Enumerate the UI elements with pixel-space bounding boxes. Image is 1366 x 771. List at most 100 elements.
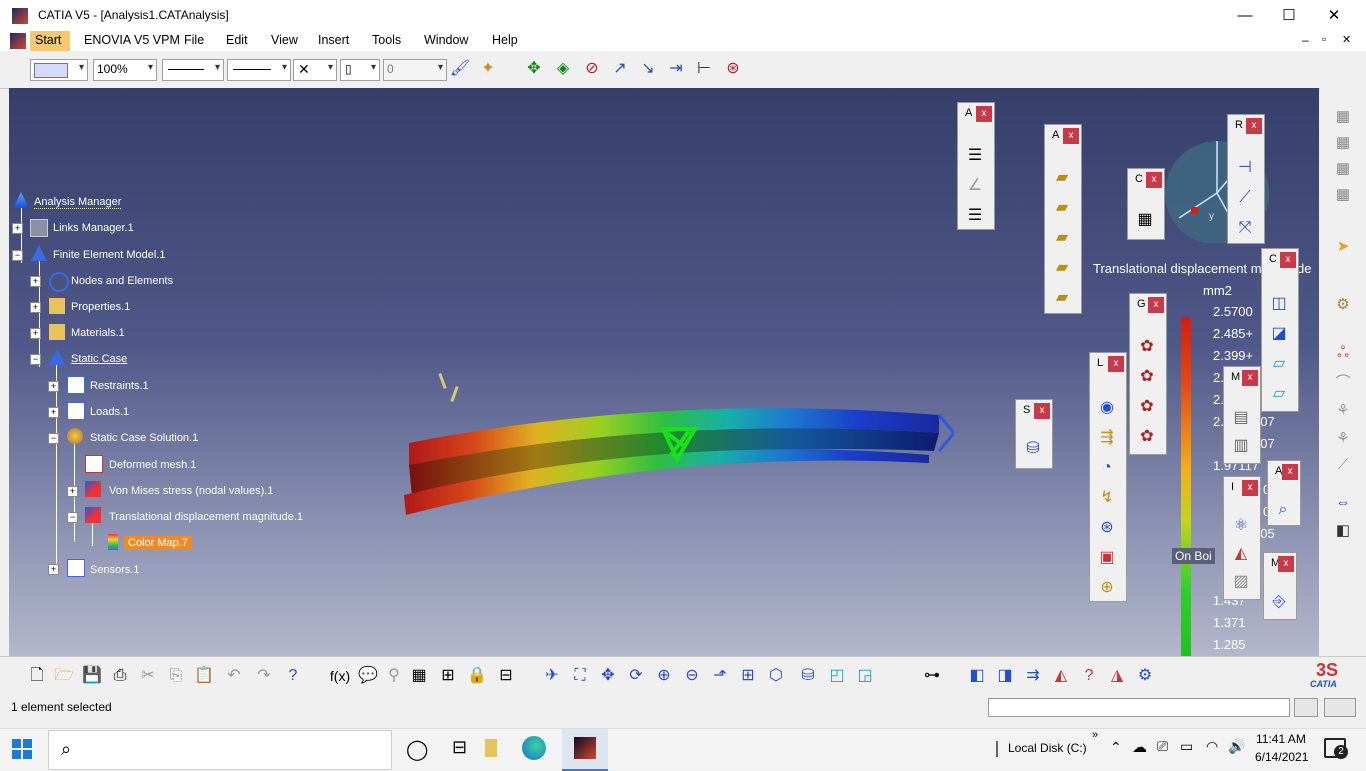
normal-view-icon[interactable]: ⬏: [709, 665, 731, 687]
toolbar-chevron[interactable]: »: [1092, 729, 1098, 741]
analysis-tool-icon[interactable]: ◮: [1106, 665, 1128, 687]
plane-icon[interactable]: ▰: [1051, 167, 1073, 189]
painter-icon[interactable]: 🖌: [449, 58, 471, 80]
volume-icon[interactable]: 🔊: [1228, 738, 1245, 755]
menu-insert[interactable]: Insert: [318, 33, 349, 47]
analysis-icon[interactable]: ⟋: [1332, 454, 1354, 476]
measure-icon[interactable]: ⊢: [693, 58, 715, 80]
expand-icon[interactable]: +: [48, 564, 59, 575]
swap-visible-icon[interactable]: ⊛: [722, 58, 744, 80]
floating-toolbar-R[interactable]: Rx ⊣ ⟋ ⤧: [1227, 114, 1265, 244]
formula-icon[interactable]: f(x): [329, 665, 351, 687]
analysis-icon[interactable]: ⚘: [1332, 428, 1354, 450]
collapse-icon[interactable]: −: [48, 433, 59, 444]
plane-icon[interactable]: ▰: [1051, 197, 1073, 219]
analysis-tool-icon[interactable]: ◧: [966, 665, 988, 687]
line-type-combo[interactable]: ▾: [227, 59, 291, 81]
tree-item-properties[interactable]: Properties.1: [71, 301, 130, 313]
load-icon[interactable]: ↯: [1096, 487, 1118, 509]
mesh-icon[interactable]: ▤: [1230, 407, 1252, 429]
compute-icon[interactable]: ⚙: [1332, 294, 1354, 316]
analysis-tool-icon[interactable]: ◭: [1050, 665, 1072, 687]
restraint-icon[interactable]: ⟋: [1234, 187, 1256, 209]
floating-toolbar-A2[interactable]: Ax ▰ ▰ ▰ ▰ ▰: [1044, 124, 1082, 314]
file-explorer-icon[interactable]: [485, 739, 497, 757]
knowledge-icon[interactable]: ⚲: [383, 665, 405, 687]
tree-icon[interactable]: ⊶: [921, 665, 943, 687]
floating-toolbar-G[interactable]: Gx ✿ ✿ ✿ ✿: [1129, 293, 1167, 455]
tree-item-sensors[interactable]: Sensors.1: [90, 564, 140, 576]
fit-all-icon[interactable]: ◈: [552, 58, 574, 80]
command-input[interactable]: [988, 698, 1290, 717]
create-point-icon[interactable]: ↗: [609, 58, 631, 80]
tree-item-translational-displacement[interactable]: Translational displacement magnitude.1: [109, 511, 303, 523]
sensor-icon[interactable]: ◧: [1332, 520, 1354, 542]
analysis-tool-icon[interactable]: ⚙: [1134, 665, 1156, 687]
floating-toolbar-I[interactable]: Ix ⚛ ◭ ▨: [1223, 476, 1261, 600]
catia-task-button[interactable]: [562, 729, 608, 771]
floating-toolbar-M2[interactable]: Mx ⎆: [1263, 552, 1297, 620]
tree-item-nodes-and-elements[interactable]: Nodes and Elements: [71, 275, 173, 287]
tree-item-restraints[interactable]: Restraints.1: [90, 380, 149, 392]
pan-icon[interactable]: ✥: [597, 665, 619, 687]
plane-icon[interactable]: ▰: [1051, 287, 1073, 309]
calculator-icon[interactable]: ▦: [1134, 209, 1156, 231]
cube-icon[interactable]: ◫: [1268, 293, 1290, 315]
menu-window[interactable]: Window: [424, 33, 468, 47]
load-icon[interactable]: ⊕: [1096, 577, 1118, 599]
surface-icon[interactable]: ▱: [1268, 353, 1290, 375]
fit-all-icon[interactable]: ⛶: [569, 665, 591, 687]
menu-file[interactable]: File: [184, 33, 204, 47]
menu-help[interactable]: Help: [492, 33, 518, 47]
close-icon[interactable]: x: [1246, 118, 1262, 134]
windows-start-icon[interactable]: [12, 739, 32, 759]
lock-icon[interactable]: 🔒: [466, 665, 488, 687]
minimize-button[interactable]: —: [1222, 0, 1268, 31]
expand-icon[interactable]: +: [30, 302, 41, 313]
tree-item-materials[interactable]: Materials.1: [71, 327, 125, 339]
tree-item-von-mises-stress[interactable]: Von Mises stress (nodal values).1: [109, 485, 273, 497]
hide-show-icon[interactable]: ⊘: [581, 58, 603, 80]
tree-item-static-case-solution[interactable]: Static Case Solution.1: [90, 432, 198, 444]
analysis-icon[interactable]: ⚘: [1332, 400, 1354, 422]
zoom-icon[interactable]: ⌕: [1272, 499, 1294, 521]
command-button[interactable]: [1324, 698, 1356, 717]
3d-viewport[interactable]: Analysis Manager + Links Manager.1 − Fin…: [9, 88, 1319, 656]
tree-item-static-case[interactable]: Static Case: [71, 353, 127, 365]
close-icon[interactable]: x: [1034, 403, 1050, 419]
table-icon[interactable]: ▦: [408, 665, 430, 687]
layer-number-combo[interactable]: 0 ▾: [383, 59, 447, 81]
close-button[interactable]: ✕: [1311, 0, 1357, 31]
analysis-tool-icon[interactable]: ?: [1078, 665, 1100, 687]
close-icon[interactable]: x: [1242, 370, 1258, 386]
print-icon[interactable]: ⎙: [109, 665, 131, 687]
floating-toolbar-C2[interactable]: Cx ◫ ◪ ▱ ▱: [1261, 248, 1299, 412]
properties-wizard-icon[interactable]: ✦: [477, 58, 499, 80]
group-icon[interactable]: ✿: [1136, 366, 1158, 388]
expand-icon[interactable]: +: [30, 276, 41, 287]
analysis-tool-icon[interactable]: ◨: [994, 665, 1016, 687]
menu-enovia[interactable]: ENOVIA V5 VPM: [84, 33, 180, 47]
floating-toolbar-S[interactable]: Sx ⛁: [1015, 399, 1053, 469]
collapse-icon[interactable]: −: [67, 512, 78, 523]
widgets-icon[interactable]: ⊟: [452, 737, 467, 758]
meet-now-icon[interactable]: ⎚: [1157, 738, 1168, 755]
command-button[interactable]: [1294, 698, 1318, 717]
scroll-icon[interactable]: ☰: [964, 205, 986, 227]
group-icon[interactable]: ✿: [1136, 396, 1158, 418]
plane-icon[interactable]: ▰: [1051, 227, 1073, 249]
local-disk-label[interactable]: Local Disk (C:): [1008, 741, 1087, 755]
surface-icon[interactable]: ▱: [1268, 383, 1290, 405]
undo-icon[interactable]: ↶: [223, 665, 245, 687]
workbench-icon[interactable]: ▦: [1332, 184, 1354, 206]
parameters-icon[interactable]: ⊟: [495, 665, 517, 687]
doc-close-button[interactable]: ✕: [1342, 33, 1351, 46]
doc-minimize-button[interactable]: –: [1302, 33, 1309, 47]
sensor-icon[interactable]: ⛁: [1022, 438, 1044, 460]
measure-icon[interactable]: ⇔: [1332, 492, 1354, 514]
expand-icon[interactable]: +: [48, 407, 59, 418]
close-icon[interactable]: x: [1282, 464, 1298, 480]
open-icon[interactable]: 🗁: [53, 665, 75, 687]
expand-icon[interactable]: +: [12, 223, 23, 234]
paste-icon[interactable]: 📋: [193, 665, 215, 687]
